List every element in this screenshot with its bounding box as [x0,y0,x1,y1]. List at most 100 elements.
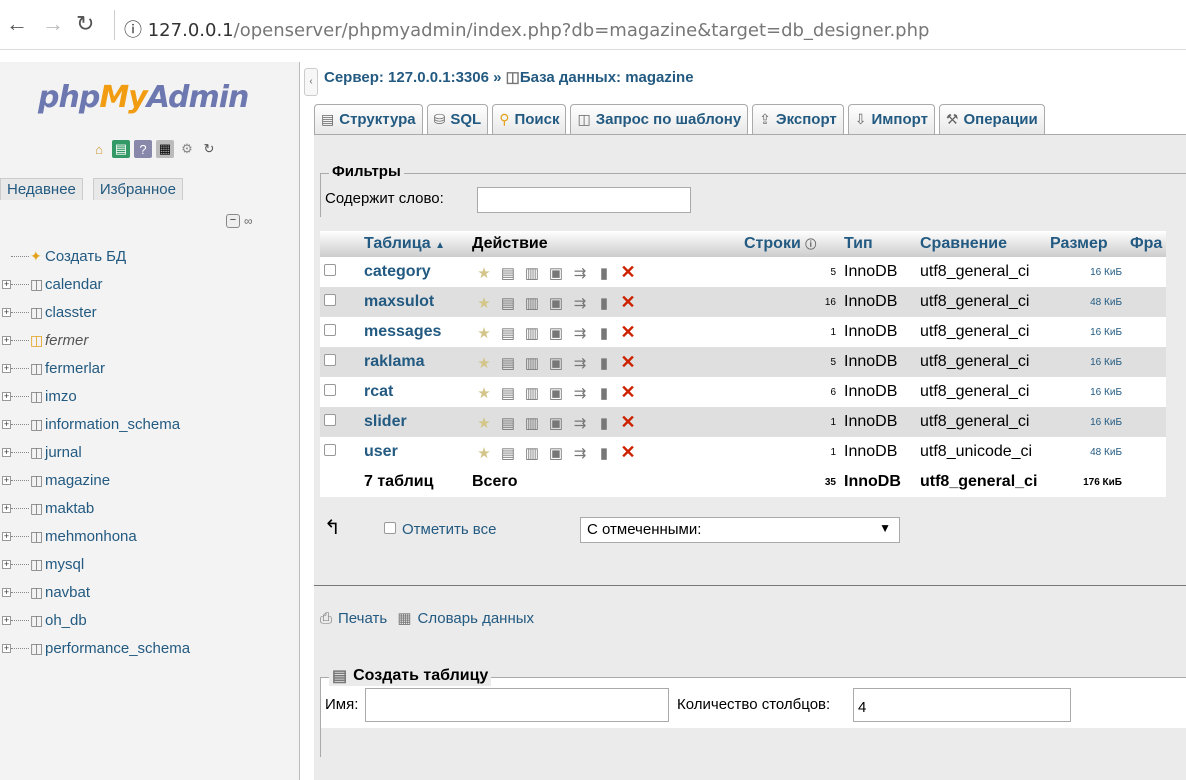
search-icon[interactable]: ▣ [544,354,568,372]
tree-item-db[interactable]: + ◫ maktab [0,494,300,522]
breadcrumb-server[interactable]: Сервер: 127.0.0.1:3306 [324,69,489,86]
table-size[interactable]: 16 КиБ [1046,257,1126,287]
favorite-icon[interactable]: ★ [472,324,496,342]
address-bar[interactable]: ⓘ 127.0.0.1/openserver/phpmyadmin/index.… [124,16,929,42]
help-icon[interactable]: ? [134,140,152,158]
expand-icon[interactable]: + [2,559,11,569]
expand-icon[interactable]: + [2,475,11,485]
favorite-icon[interactable]: ★ [472,384,496,402]
empty-icon[interactable]: ▮ [592,384,616,402]
header-rows[interactable]: Строки ⓘ [740,231,840,257]
tab-sql[interactable]: ⛁ SQL [426,104,489,134]
home-icon[interactable]: ⌂ [90,140,108,158]
table-size[interactable]: 16 КиБ [1046,407,1126,437]
expand-icon[interactable]: + [2,391,11,401]
favorite-icon[interactable]: ★ [472,444,496,462]
favorite-icon[interactable]: ★ [472,294,496,312]
tab-operations[interactable]: ⚒ Операции [938,104,1045,134]
tab-export[interactable]: ⇪ Экспорт [752,104,844,134]
breadcrumb-database[interactable]: База данных: magazine [520,69,694,86]
table-size[interactable]: 16 КиБ [1046,377,1126,407]
tree-item-db[interactable]: + ◫ classter [0,298,300,326]
header-type[interactable]: Тип [840,231,916,257]
settings-icon[interactable]: ⚙ [178,140,196,158]
table-name-link[interactable]: category [360,257,468,287]
phpmyadmin-logo[interactable]: phpMyAdmin [38,80,249,115]
drop-icon[interactable]: ✕ [616,292,640,313]
favorite-icon[interactable]: ★ [472,354,496,372]
forward-icon[interactable]: → [42,12,64,36]
search-icon[interactable]: ▣ [544,294,568,312]
table-name-link[interactable]: raklama [360,347,468,377]
structure-icon[interactable]: ▥ [520,354,544,372]
row-checkbox[interactable] [324,294,336,306]
print-link[interactable]: Печать [338,610,387,627]
tree-item-db[interactable]: + ◫ calendar [0,270,300,298]
tab-recent[interactable]: Недавнее [0,178,83,200]
row-checkbox[interactable] [324,384,336,396]
structure-icon[interactable]: ▥ [520,294,544,312]
search-icon[interactable]: ▣ [544,324,568,342]
table-size[interactable]: 48 КиБ [1046,287,1126,317]
browse-icon[interactable]: ▤ [496,384,520,402]
empty-icon[interactable]: ▮ [592,354,616,372]
drop-icon[interactable]: ✕ [616,412,640,433]
insert-icon[interactable]: ⇉ [568,384,592,402]
table-size[interactable]: 16 КиБ [1046,347,1126,377]
tree-item-db[interactable]: + ◫ mehmonhona [0,522,300,550]
empty-icon[interactable]: ▮ [592,414,616,432]
tree-item-create-db[interactable]: ✦ Создать БД [0,242,300,270]
expand-icon[interactable]: + [2,643,11,653]
row-checkbox[interactable] [324,414,336,426]
tree-item-db[interactable]: + ◫ performance_schema [0,634,300,662]
expand-icon[interactable]: + [2,279,11,289]
browse-icon[interactable]: ▤ [496,324,520,342]
structure-icon[interactable]: ▥ [520,264,544,282]
table-name-input[interactable] [365,688,669,722]
expand-icon[interactable]: + [2,447,11,457]
check-all[interactable]: Отметить все [384,521,496,538]
collapse-nav-button[interactable]: ‹ [304,68,318,96]
table-name-link[interactable]: rcat [360,377,468,407]
tab-favorites[interactable]: Избранное [92,178,183,200]
expand-icon[interactable]: + [2,363,11,373]
tab-query[interactable]: ◫ Запрос по шаблону [570,104,749,134]
row-checkbox[interactable] [324,354,336,366]
table-name-link[interactable]: user [360,437,468,467]
favorite-icon[interactable]: ★ [472,264,496,282]
insert-icon[interactable]: ⇉ [568,324,592,342]
browse-icon[interactable]: ▤ [496,444,520,462]
tab-import[interactable]: ⇩ Импорт [847,104,935,134]
browse-icon[interactable]: ▤ [496,264,520,282]
link-icon[interactable]: ∞ [244,214,253,228]
expand-icon[interactable]: + [2,587,11,597]
table-name-link[interactable]: slider [360,407,468,437]
empty-icon[interactable]: ▮ [592,324,616,342]
table-name-link[interactable]: messages [360,317,468,347]
browse-icon[interactable]: ▤ [496,354,520,372]
search-icon[interactable]: ▣ [544,384,568,402]
insert-icon[interactable]: ⇉ [568,294,592,312]
favorite-icon[interactable]: ★ [472,414,496,432]
with-selected-select[interactable]: С отмеченными: ▼ [580,517,900,543]
drop-icon[interactable]: ✕ [616,382,640,403]
expand-icon[interactable]: + [2,335,11,345]
tree-item-db[interactable]: + ◫ jurnal [0,438,300,466]
collapse-all-icon[interactable]: − [226,214,240,228]
empty-icon[interactable]: ▮ [592,294,616,312]
columns-count-input[interactable]: 4 [853,688,1071,722]
header-collation[interactable]: Сравнение [916,231,1046,257]
search-icon[interactable]: ▣ [544,414,568,432]
header-size[interactable]: Размер [1046,231,1126,257]
structure-icon[interactable]: ▥ [520,384,544,402]
check-all-label[interactable]: Отметить все [402,521,496,538]
expand-icon[interactable]: + [2,419,11,429]
row-checkbox[interactable] [324,264,336,276]
table-size[interactable]: 16 КиБ [1046,317,1126,347]
tree-item-db[interactable]: + ◫ fermerlar [0,354,300,382]
header-overhead[interactable]: Фра [1126,231,1167,257]
insert-icon[interactable]: ⇉ [568,444,592,462]
check-all-checkbox[interactable] [384,522,396,534]
tab-structure[interactable]: ▤ Структура [314,104,423,134]
filter-input[interactable] [477,187,691,213]
